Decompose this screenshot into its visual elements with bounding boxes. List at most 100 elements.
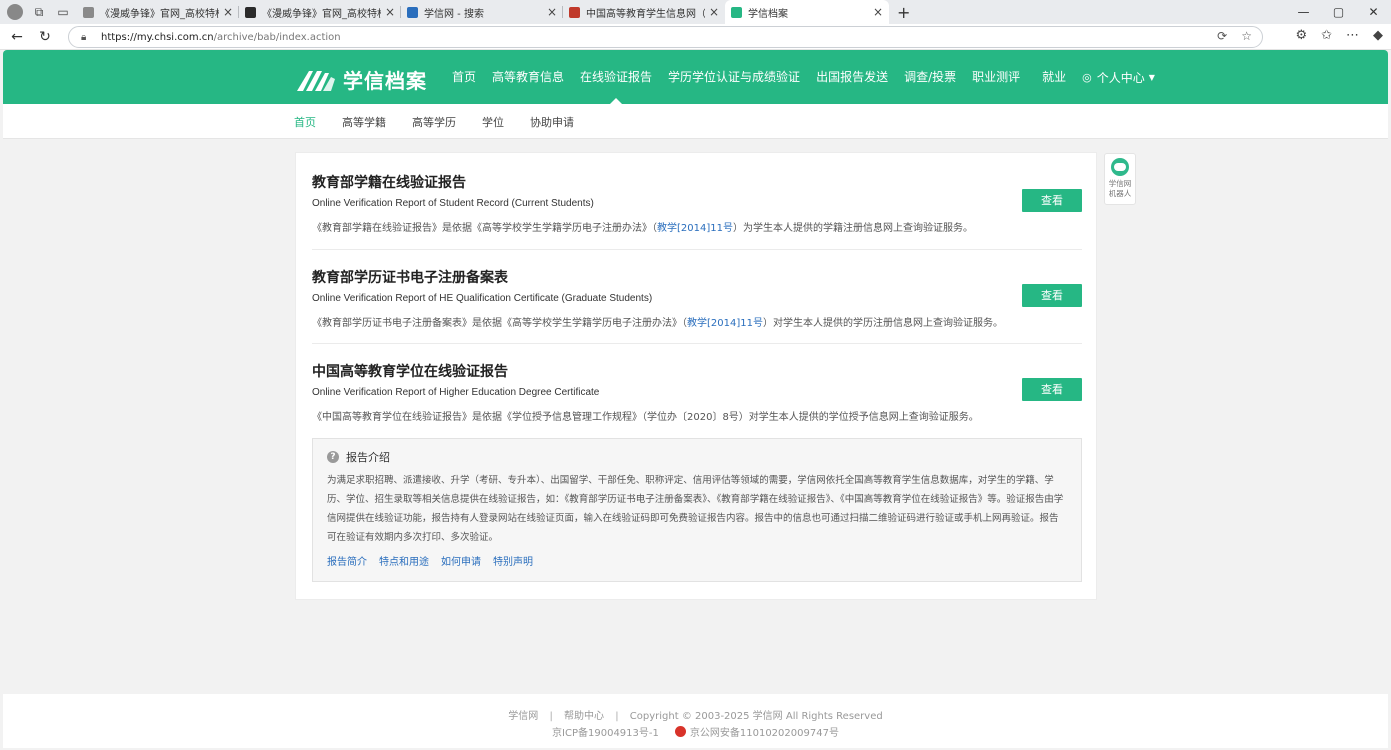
police-badge-icon <box>674 726 686 737</box>
close-icon[interactable]: × <box>709 5 719 19</box>
report-english-title: Online Verification Report of HE Qualifi… <box>312 293 653 304</box>
sub-nav: 首页 高等学籍 高等学历 学位 协助申请 <box>3 104 1388 139</box>
robot-label: 学信网 机器人 <box>1105 179 1135 199</box>
report-desc-text: 《中国高等教育学位在线验证报告》是依据《学位授予信息管理工作规程》（学位办〔20… <box>312 412 979 423</box>
subnav-student-record[interactable]: 高等学籍 <box>342 114 386 130</box>
new-tab-icon[interactable]: + <box>897 3 910 22</box>
report-desc-text: ）对学生本人提供的学历注册信息网上查询验证服务。 <box>762 318 1003 329</box>
back-icon[interactable]: ← <box>6 29 28 45</box>
user-center-menu[interactable]: ◎ 个人中心 ▼ <box>1082 69 1155 86</box>
question-icon: ? <box>327 451 339 463</box>
tab-actions-icon[interactable]: ▭ <box>55 4 71 20</box>
workspaces-icon[interactable]: ⧉ <box>31 4 47 20</box>
main-nav: 首页 高等教育信息 在线验证报告 学历学位认证与成绩验证 出国报告发送 调查/投… <box>452 50 1155 104</box>
browser-tab[interactable]: 《漫威争锋》官网_高校特权_漫威 × <box>77 0 239 24</box>
more-icon[interactable]: ⋯ <box>1346 28 1359 43</box>
footer-icp[interactable]: 京ICP备19004913号-1 <box>552 724 659 739</box>
url-text: https://my.chsi.com.cn/archive/bab/index… <box>101 32 341 43</box>
report-desc-text: ）为学生本人提供的学籍注册信息网上查询验证服务。 <box>732 223 973 234</box>
chat-robot-widget[interactable]: 学信网 机器人 <box>1104 153 1136 205</box>
tab-title: 中国高等教育学生信息网（学信网） <box>586 8 705 20</box>
subnav-degree[interactable]: 学位 <box>482 114 504 130</box>
nav-jobs[interactable]: 就业 <box>1042 50 1066 104</box>
nav-higher-edu-info[interactable]: 高等教育信息 <box>492 50 564 104</box>
report-english-title: Online Verification Report of Higher Edu… <box>312 387 600 398</box>
favorite-star-icon[interactable]: ☆ <box>1241 29 1252 43</box>
subnav-assist-apply[interactable]: 协助申请 <box>530 114 574 130</box>
lock-icon[interactable]: 🔒︎ <box>81 32 93 43</box>
reload-icon[interactable]: ↻ <box>34 29 56 45</box>
nav-survey[interactable]: 调查/投票 <box>904 50 956 104</box>
browser-tab[interactable]: 《漫威争锋》官网_高校特权_漫威 × <box>239 0 401 24</box>
translate-icon[interactable]: ⟳ <box>1217 29 1227 43</box>
separator: | <box>549 711 553 722</box>
intro-body: 为满足求职招聘、派遣接收、升学（考研、专升本）、出国留学、干部任免、职称评定、信… <box>327 475 1064 543</box>
close-icon[interactable]: × <box>385 5 395 19</box>
url-path: /archive/bab/index.action <box>213 31 341 43</box>
report-item-qualification: 教育部学历证书电子注册备案表 Online Verification Repor… <box>312 267 1082 329</box>
minimize-icon[interactable]: — <box>1286 0 1321 24</box>
report-title: 教育部学历证书电子注册备案表 <box>312 270 508 286</box>
regulation-link[interactable]: 教学[2014]11号 <box>687 318 763 329</box>
browser-tab-active[interactable]: 学信档案 × <box>725 0 889 24</box>
report-description: 《教育部学籍在线验证报告》是依据《高等学校学生学籍学历电子注册办法》（教学[20… <box>312 219 1082 234</box>
user-icon: ◎ <box>1082 70 1092 84</box>
view-button[interactable]: 查看 <box>1022 378 1082 401</box>
link-report-summary[interactable]: 报告简介 <box>327 553 367 568</box>
report-item-student-record: 教育部学籍在线验证报告 Online Verification Report o… <box>312 172 1082 234</box>
link-features-uses[interactable]: 特点和用途 <box>379 553 429 568</box>
profile-avatar[interactable] <box>7 4 23 20</box>
tab-title: 《漫威争锋》官网_高校特权_漫威 <box>100 8 219 20</box>
robot-label-line: 学信网 <box>1108 179 1132 188</box>
subnav-qualification[interactable]: 高等学历 <box>412 114 456 130</box>
nav-certification[interactable]: 学历学位认证与成绩验证 <box>668 50 800 104</box>
link-how-to-apply[interactable]: 如何申请 <box>441 553 481 568</box>
report-item-degree: 中国高等教育学位在线验证报告 Online Verification Repor… <box>312 361 1082 423</box>
close-window-icon[interactable]: ✕ <box>1356 0 1391 24</box>
intro-title: 报告介绍 <box>346 451 390 464</box>
favorites-icon[interactable]: ✩ <box>1321 28 1332 43</box>
tab-title: 学信网 - 搜索 <box>424 8 484 20</box>
chevron-down-icon: ▼ <box>1148 72 1155 82</box>
regulation-link[interactable]: 教学[2014]11号 <box>657 223 733 234</box>
view-button[interactable]: 查看 <box>1022 284 1082 307</box>
tab-favicon <box>731 6 742 18</box>
nav-online-report[interactable]: 在线验证报告 <box>580 50 652 104</box>
report-description: 《教育部学历证书电子注册备案表》是依据《高等学校学生学籍学历电子注册办法》（教学… <box>312 314 1082 329</box>
report-english-title: Online Verification Report of Student Re… <box>312 198 594 209</box>
separator: | <box>615 711 619 722</box>
browser-tab[interactable]: 中国高等教育学生信息网（学信网） × <box>563 0 725 24</box>
footer-link-chsi[interactable]: 学信网 <box>508 711 538 722</box>
window-controls: — ▢ ✕ <box>1286 0 1391 24</box>
address-bar[interactable]: 🔒︎ https://my.chsi.com.cn/archive/bab/in… <box>68 26 1263 48</box>
site-header: 学信档案 首页 高等教育信息 在线验证报告 学历学位认证与成绩验证 出国报告发送… <box>3 50 1388 104</box>
divider <box>312 343 1082 344</box>
nav-home[interactable]: 首页 <box>452 50 476 104</box>
site-logo[interactable]: 学信档案 <box>295 65 427 94</box>
browser-tab[interactable]: 学信网 - 搜索 × <box>401 0 563 24</box>
view-button[interactable]: 查看 <box>1022 189 1082 212</box>
footer-link-help[interactable]: 帮助中心 <box>564 711 604 722</box>
nav-career-test[interactable]: 职业测评 <box>972 50 1020 104</box>
nav-overseas-report[interactable]: 出国报告发送 <box>816 50 888 104</box>
close-icon[interactable]: × <box>547 5 557 19</box>
tab-favicon <box>83 6 94 18</box>
close-icon[interactable]: × <box>873 5 883 19</box>
tab-title: 学信档案 <box>748 8 788 20</box>
report-title: 中国高等教育学位在线验证报告 <box>312 364 508 380</box>
logo-text: 学信档案 <box>343 69 427 93</box>
copilot-icon[interactable]: ◆ <box>1373 28 1383 43</box>
web-page: 学信档案 首页 高等教育信息 在线验证报告 学历学位认证与成绩验证 出国报告发送… <box>0 50 1391 750</box>
footer-copyright: Copyright © 2003-2025 学信网 All Rights Res… <box>629 711 883 722</box>
maximize-icon[interactable]: ▢ <box>1321 0 1356 24</box>
close-icon[interactable]: × <box>223 5 233 19</box>
logo-mark-icon <box>297 70 335 91</box>
footer-police-record[interactable]: 京公网安备11010202009747号 <box>690 724 839 739</box>
link-special-statement[interactable]: 特别声明 <box>493 553 533 568</box>
site-footer: 学信网 | 帮助中心 | Copyright © 2003-2025 学信网 A… <box>3 694 1388 748</box>
extensions-icon[interactable]: ⚙ <box>1295 28 1307 43</box>
report-desc-text: 《教育部学籍在线验证报告》是依据《高等学校学生学籍学历电子注册办法》（ <box>312 223 657 234</box>
divider <box>312 249 1082 250</box>
subnav-home[interactable]: 首页 <box>294 114 316 130</box>
tab-favicon <box>245 6 256 18</box>
